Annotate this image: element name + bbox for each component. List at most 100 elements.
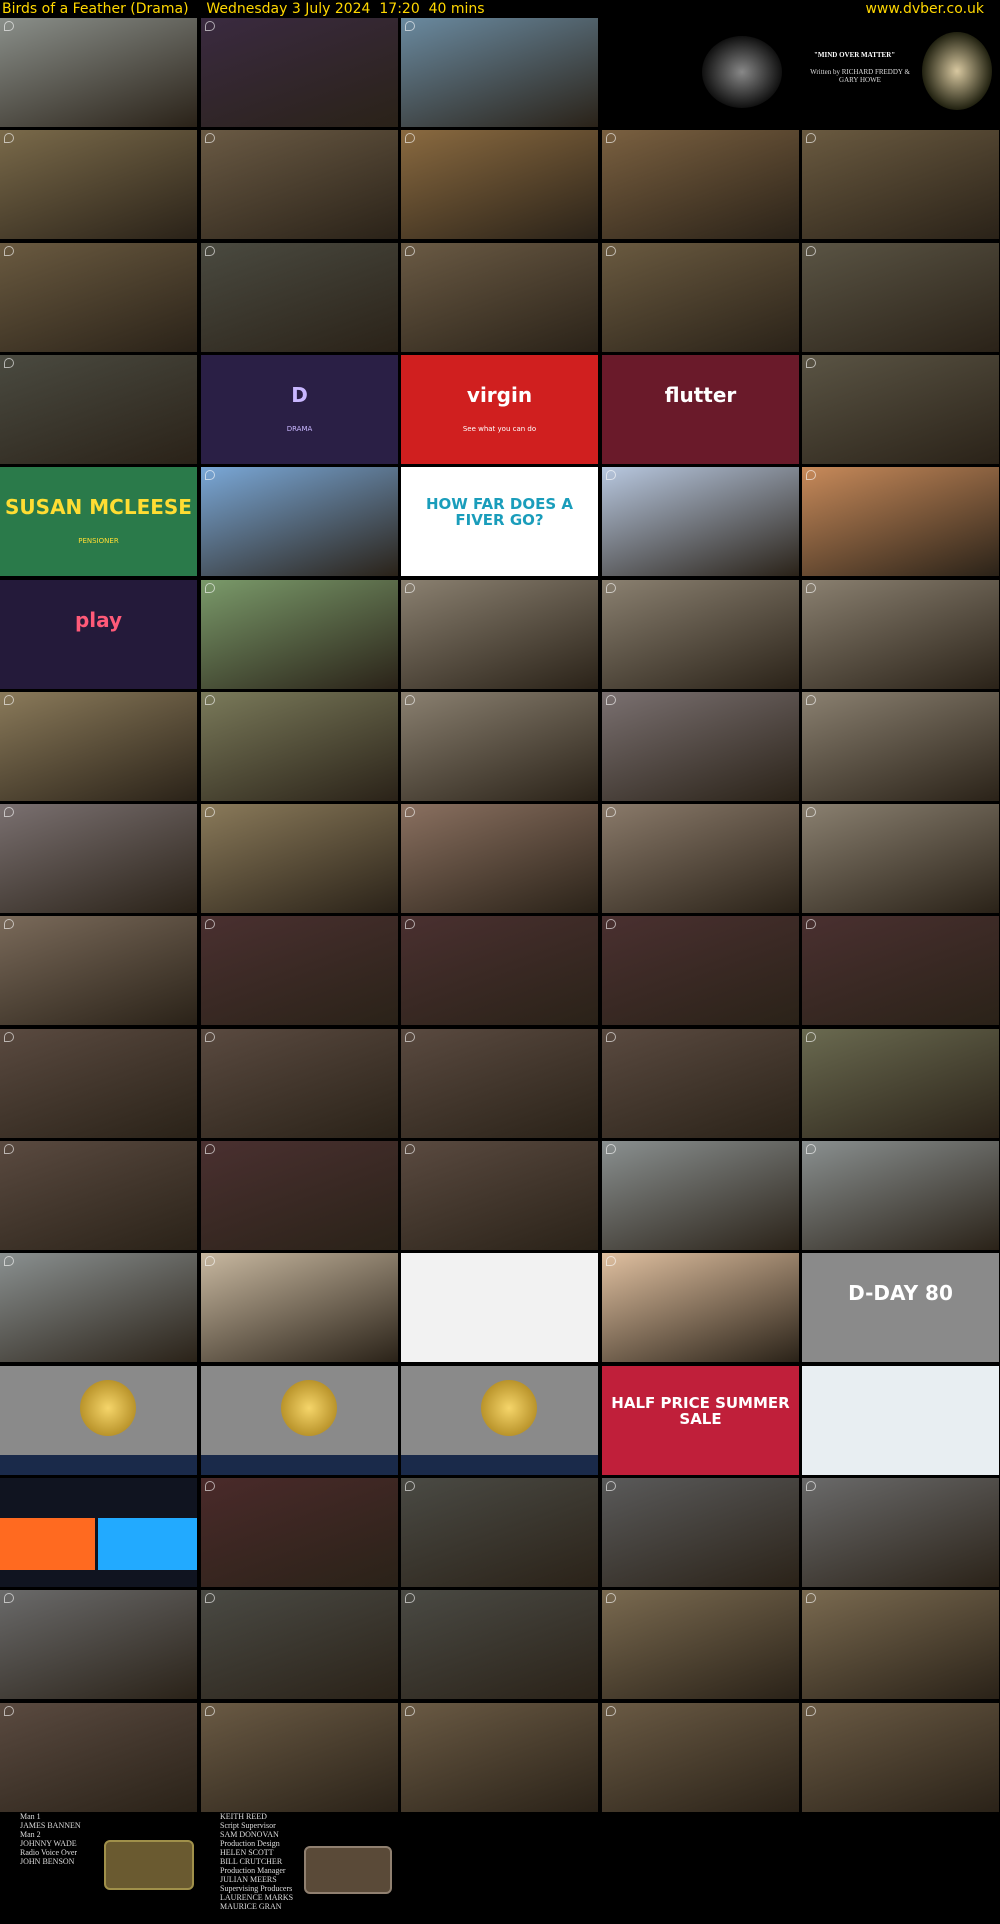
credits-thumbnail-1: [104, 1840, 194, 1890]
thumbnail-ad[interactable]: D DRAMA: [201, 355, 398, 464]
channel-watermark-icon: [806, 583, 816, 593]
thumbnail-scene[interactable]: [602, 467, 799, 576]
thumbnail-scene[interactable]: [602, 1253, 799, 1362]
thumbnail-coin[interactable]: [401, 1366, 598, 1475]
thumbnail-scene[interactable]: [401, 1029, 598, 1138]
thumbnail-scene[interactable]: [201, 243, 398, 352]
thumbnail-scene[interactable]: [201, 467, 398, 576]
thumbnail-scene[interactable]: [0, 1590, 197, 1699]
thumbnail-scene[interactable]: [0, 1029, 197, 1138]
thumbnail-scene[interactable]: [802, 130, 999, 239]
thumbnail-scene[interactable]: [401, 1141, 598, 1250]
thumbnail-scene[interactable]: [401, 580, 598, 689]
thumbnail-scene[interactable]: [802, 243, 999, 352]
thumbnail-scene[interactable]: [201, 130, 398, 239]
thumbnail-scene[interactable]: [401, 130, 598, 239]
thumbnail-scene[interactable]: [201, 1253, 398, 1362]
thumbnail-scene[interactable]: [0, 130, 197, 239]
channel-watermark-icon: [606, 919, 616, 929]
thumbnail-scene[interactable]: [802, 1141, 999, 1250]
advert-headline: HALF PRICE SUMMER SALE: [611, 1394, 790, 1428]
title-card-portrait: [922, 32, 992, 110]
thumbnail-scene[interactable]: [802, 1029, 999, 1138]
channel-watermark-icon: [606, 807, 616, 817]
thumbnail-scene[interactable]: [401, 1590, 598, 1699]
thumbnail-scene[interactable]: [602, 130, 799, 239]
channel-watermark-icon: [606, 583, 616, 593]
thumbnail-ad[interactable]: HOW FAR DOES A FIVER GO?: [401, 467, 598, 576]
thumbnail-scene[interactable]: [201, 1703, 398, 1812]
thumbnail-ad[interactable]: virgin See what you can do: [401, 355, 598, 464]
channel-watermark-icon: [4, 1032, 14, 1042]
thumbnail-scene[interactable]: [201, 1141, 398, 1250]
thumbnail-coin[interactable]: [201, 1366, 398, 1475]
thumbnail-title1[interactable]: [602, 18, 799, 127]
thumbnail-ad[interactable]: D-DAY 80: [802, 1253, 999, 1362]
thumbnail-scene[interactable]: [401, 243, 598, 352]
thumbnail-scene[interactable]: [201, 1590, 398, 1699]
thumbnail-ad[interactable]: play: [0, 580, 197, 689]
gold-coin-image: [481, 1380, 537, 1436]
thumbnail-ad[interactable]: SUSAN MCLEESE PENSIONER: [0, 467, 197, 576]
thumbnail-ad[interactable]: HALF PRICE SUMMER SALE: [602, 1366, 799, 1475]
thumbnail-scene[interactable]: [802, 580, 999, 689]
thumbnail-scene[interactable]: [0, 1141, 197, 1250]
orange-panel: [0, 1518, 95, 1570]
credit-line: Man 1: [20, 1812, 41, 1821]
thumbnail-scene[interactable]: [802, 1590, 999, 1699]
thumbnail-scene[interactable]: [401, 18, 598, 127]
thumbnail-scene[interactable]: [201, 692, 398, 801]
thumbnail-scene[interactable]: [401, 1703, 598, 1812]
thumbnail-scene[interactable]: [0, 804, 197, 913]
thumbnail-scene[interactable]: [401, 804, 598, 913]
thumbnail-scene[interactable]: [602, 1141, 799, 1250]
thumbnail-scene[interactable]: [201, 1029, 398, 1138]
thumbnail-scene[interactable]: [802, 916, 999, 1025]
thumbnail-scene[interactable]: [0, 1253, 197, 1362]
credit-line: BILL CRUTCHER: [220, 1857, 283, 1866]
thumbnail-coin[interactable]: [0, 1366, 197, 1475]
thumbnail-scene[interactable]: [0, 355, 197, 464]
channel-watermark-icon: [405, 21, 415, 31]
programme-title: Birds of a Feather (Drama): [2, 1, 189, 17]
advert-headline: D-DAY 80: [848, 1281, 953, 1305]
thumbnail-scene[interactable]: [802, 804, 999, 913]
channel-watermark-icon: [606, 470, 616, 480]
thumbnail-scene[interactable]: [0, 916, 197, 1025]
thumbnail-scene[interactable]: [802, 692, 999, 801]
thumbnail-scene[interactable]: [201, 18, 398, 127]
thumbnail-scene[interactable]: [802, 355, 999, 464]
thumbnail-scene[interactable]: [602, 1029, 799, 1138]
thumbnail-title2[interactable]: "MIND OVER MATTER" Written by RICHARD FRE…: [802, 18, 999, 127]
thumbnail-scene[interactable]: [0, 18, 197, 127]
thumbnail-scene[interactable]: [802, 1703, 999, 1812]
thumbnail-scene[interactable]: [201, 804, 398, 913]
thumbnail-scene[interactable]: [602, 1590, 799, 1699]
advert-ticker-bar: [401, 1455, 598, 1475]
thumbnail-scene[interactable]: [401, 916, 598, 1025]
thumbnail-scene[interactable]: [401, 692, 598, 801]
thumbnail-scene[interactable]: [201, 580, 398, 689]
thumbnail-scene[interactable]: [802, 467, 999, 576]
thumbnail-scene[interactable]: [602, 916, 799, 1025]
thumbnail-ad[interactable]: flutter: [602, 355, 799, 464]
thumbnail-scene[interactable]: [602, 1478, 799, 1587]
advert-headline: flutter: [664, 383, 737, 407]
credit-line: HELEN SCOTT: [220, 1848, 274, 1857]
thumbnail-scene[interactable]: [602, 580, 799, 689]
site-link[interactable]: www.dvber.co.uk: [865, 0, 984, 18]
thumbnail-ad[interactable]: [802, 1366, 999, 1475]
thumbnail-scene[interactable]: [0, 243, 197, 352]
thumbnail-scene[interactable]: [602, 692, 799, 801]
thumbnail-scene[interactable]: [401, 1478, 598, 1587]
thumbnail-scene[interactable]: [602, 1703, 799, 1812]
thumbnail-scene[interactable]: [201, 916, 398, 1025]
thumbnail-panels[interactable]: [0, 1478, 197, 1587]
thumbnail-scene[interactable]: [0, 692, 197, 801]
thumbnail-scene[interactable]: [201, 1478, 398, 1587]
thumbnail-scene[interactable]: [602, 243, 799, 352]
thumbnail-ad[interactable]: [401, 1253, 598, 1362]
thumbnail-scene[interactable]: [602, 804, 799, 913]
thumbnail-scene[interactable]: [802, 1478, 999, 1587]
thumbnail-scene[interactable]: [0, 1703, 197, 1812]
